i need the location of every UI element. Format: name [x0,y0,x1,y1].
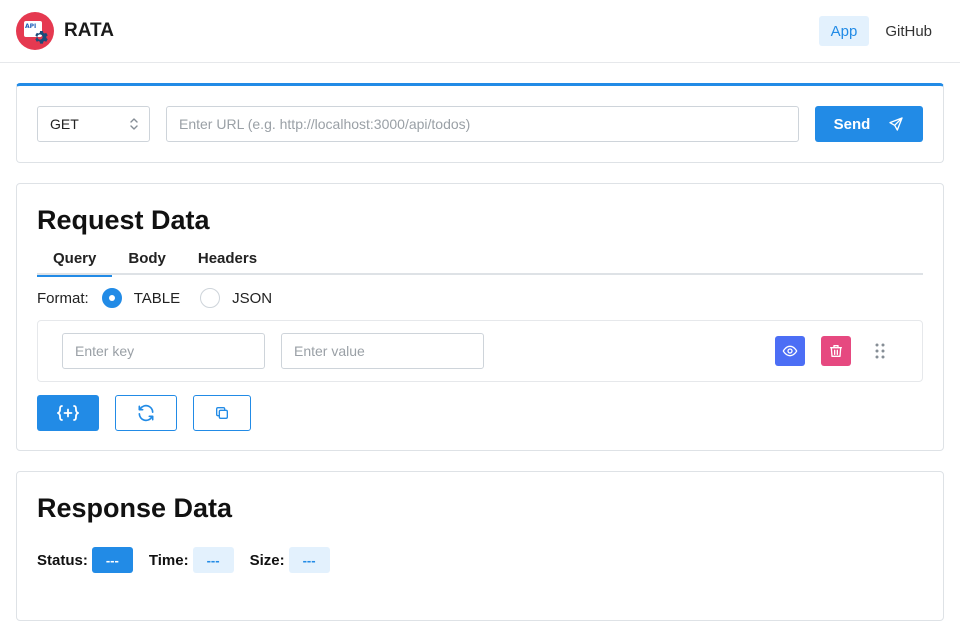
add-variable-icon [57,405,79,421]
size-label: Size: [249,551,285,569]
toggle-visibility-button[interactable] [775,336,805,366]
app-logo[interactable]: API [16,12,54,50]
brand-name: RATA [64,20,114,41]
url-input[interactable] [166,106,799,142]
format-label: Format: [37,289,89,307]
request-bar-panel: GET Send [16,83,944,163]
copy-button[interactable] [193,395,251,431]
key-input[interactable] [62,333,265,369]
nav-links: App GitHub [818,16,944,46]
response-stats: Status: --- Time: --- Size: --- [37,547,346,573]
radio-table[interactable] [101,288,122,308]
refresh-button[interactable] [115,395,177,431]
tab-body[interactable]: Body [112,242,182,275]
add-variable-button[interactable] [37,395,99,431]
radio-table-label[interactable]: TABLE [134,290,180,307]
paper-plane-icon [889,117,904,131]
delete-row-button[interactable] [821,336,851,366]
nav-link-github[interactable]: GitHub [873,16,944,46]
request-data-panel: Request Data Query Body Headers Format: … [16,183,944,451]
chevron-up-down-icon [130,118,138,130]
radio-json-label[interactable]: JSON [232,290,272,307]
response-data-panel: Response Data Status: --- Time: --- Size… [16,471,944,621]
drag-handle-icon[interactable] [875,343,885,359]
method-value: GET [50,116,79,132]
trash-icon [830,345,842,357]
eye-icon [782,345,798,357]
nav-link-app[interactable]: App [818,16,870,46]
request-data-title: Request Data [37,205,210,235]
format-selector: Format: TABLE JSON [37,288,279,308]
size-badge: --- [288,547,330,573]
time-badge: --- [192,547,234,573]
radio-json[interactable] [200,288,221,308]
value-input[interactable] [281,333,484,369]
tab-headers[interactable]: Headers [182,242,273,275]
query-param-row [37,320,923,382]
refresh-icon [138,404,154,422]
tab-query[interactable]: Query [37,242,113,277]
method-select[interactable]: GET [37,106,150,142]
response-data-title: Response Data [37,493,233,523]
copy-icon [216,407,228,419]
gear-icon [35,31,48,44]
status-label: Status: [37,551,88,569]
send-button[interactable]: Send [815,106,923,142]
request-tabs: Query Body Headers [37,242,923,277]
status-badge: --- [91,547,133,573]
send-button-label: Send [833,115,871,133]
time-label: Time: [148,551,189,569]
navbar: API RATA App GitHub [0,0,960,63]
